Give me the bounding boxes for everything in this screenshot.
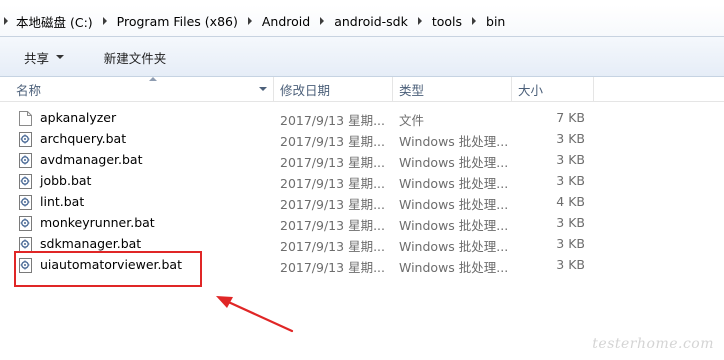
file-name: jobb.bat: [40, 173, 92, 188]
annotation-highlight-box: [14, 251, 202, 287]
column-header-row: 名称 修改日期 类型 大小: [0, 77, 724, 102]
annotation-arrow-icon: [216, 296, 294, 333]
share-button-label: 共享: [24, 50, 50, 66]
file-size: 4 KB: [556, 194, 585, 209]
file-type: Windows 批处理...: [399, 260, 509, 275]
file-type: Windows 批处理...: [399, 218, 509, 233]
file-size: 3 KB: [556, 152, 585, 167]
breadcrumb-bin[interactable]: bin: [482, 14, 509, 29]
chevron-down-icon: [56, 55, 65, 59]
share-button[interactable]: 共享: [24, 45, 80, 69]
file-date: 2017/9/13 星期...: [280, 197, 385, 212]
breadcrumb-local-disk[interactable]: 本地磁盘 (C:): [0, 12, 97, 31]
file-name: avdmanager.bat: [40, 152, 143, 167]
batch-file-icon: [19, 174, 32, 189]
breadcrumb-chevron-icon[interactable]: [102, 17, 107, 25]
file-size: 3 KB: [556, 236, 585, 251]
file-date: 2017/9/13 星期...: [280, 218, 385, 233]
breadcrumb: 本地磁盘 (C:) Program Files (x86) Android an…: [0, 5, 509, 37]
sort-ascending-icon: [149, 77, 157, 81]
column-header-name-label: 名称: [16, 82, 42, 98]
batch-file-icon: [19, 153, 32, 168]
file-date: 2017/9/13 星期...: [280, 260, 385, 275]
breadcrumb-android-sdk[interactable]: android-sdk: [330, 14, 412, 29]
breadcrumb-chevron-icon[interactable]: [472, 17, 477, 25]
column-header-type[interactable]: 类型: [393, 77, 512, 101]
file-name: apkanalyzer: [40, 110, 117, 125]
command-toolbar: 共享 新建文件夹: [0, 37, 724, 77]
breadcrumb-chevron-icon[interactable]: [320, 17, 325, 25]
batch-file-icon: [19, 195, 32, 210]
column-header-type-label: 类型: [399, 82, 425, 98]
file-type: Windows 批处理...: [399, 155, 509, 170]
file-row[interactable]: monkeyrunner.bat 2017/9/13 星期... Windows…: [0, 213, 724, 234]
file-type: Windows 批处理...: [399, 176, 509, 191]
watermark: testerhome.com: [592, 336, 714, 352]
file-size: 7 KB: [556, 110, 585, 125]
file-row[interactable]: archquery.bat 2017/9/13 星期... Windows 批处…: [0, 129, 724, 150]
file-size: 3 KB: [556, 131, 585, 146]
file-date: 2017/9/13 星期...: [280, 134, 385, 149]
column-header-name[interactable]: 名称: [10, 77, 274, 101]
breadcrumb-chevron-icon[interactable]: [417, 17, 422, 25]
blank-file-icon: [19, 111, 32, 126]
file-date: 2017/9/13 星期...: [280, 239, 385, 254]
file-row[interactable]: avdmanager.bat 2017/9/13 星期... Windows 批…: [0, 150, 724, 171]
breadcrumb-android[interactable]: Android: [258, 14, 314, 29]
file-name: archquery.bat: [40, 131, 127, 146]
column-header-size-label: 大小: [518, 82, 544, 98]
file-type: Windows 批处理...: [399, 134, 509, 149]
file-type: Windows 批处理...: [399, 197, 509, 212]
file-date: 2017/9/13 星期...: [280, 155, 385, 170]
file-row[interactable]: jobb.bat 2017/9/13 星期... Windows 批处理... …: [0, 171, 724, 192]
new-folder-button-label: 新建文件夹: [103, 50, 167, 66]
chevron-down-icon[interactable]: [259, 87, 267, 91]
batch-file-icon: [19, 216, 32, 231]
file-name: sdkmanager.bat: [40, 236, 142, 251]
file-date: 2017/9/13 星期...: [280, 113, 385, 128]
file-name: lint.bat: [40, 194, 85, 209]
file-row[interactable]: lint.bat 2017/9/13 星期... Windows 批处理... …: [0, 192, 724, 213]
file-date: 2017/9/13 星期...: [280, 176, 385, 191]
batch-file-icon: [19, 237, 32, 252]
breadcrumb-chevron-icon[interactable]: [247, 17, 252, 25]
column-header-date[interactable]: 修改日期: [274, 77, 393, 101]
file-size: 3 KB: [556, 173, 585, 188]
column-header-size[interactable]: 大小: [512, 77, 594, 101]
breadcrumb-tools[interactable]: tools: [428, 14, 466, 29]
column-header-date-label: 修改日期: [280, 82, 331, 98]
file-size: 3 KB: [556, 257, 585, 272]
batch-file-icon: [19, 132, 32, 147]
file-row[interactable]: apkanalyzer 2017/9/13 星期... 文件 7 KB: [0, 108, 724, 129]
breadcrumb-program-files[interactable]: Program Files (x86): [113, 14, 242, 29]
file-type: Windows 批处理...: [399, 239, 509, 254]
file-name: monkeyrunner.bat: [40, 215, 155, 230]
file-type: 文件: [399, 113, 425, 128]
address-bar[interactable]: 本地磁盘 (C:) Program Files (x86) Android an…: [0, 5, 724, 37]
new-folder-button[interactable]: 新建文件夹: [92, 45, 178, 69]
file-size: 3 KB: [556, 215, 585, 230]
